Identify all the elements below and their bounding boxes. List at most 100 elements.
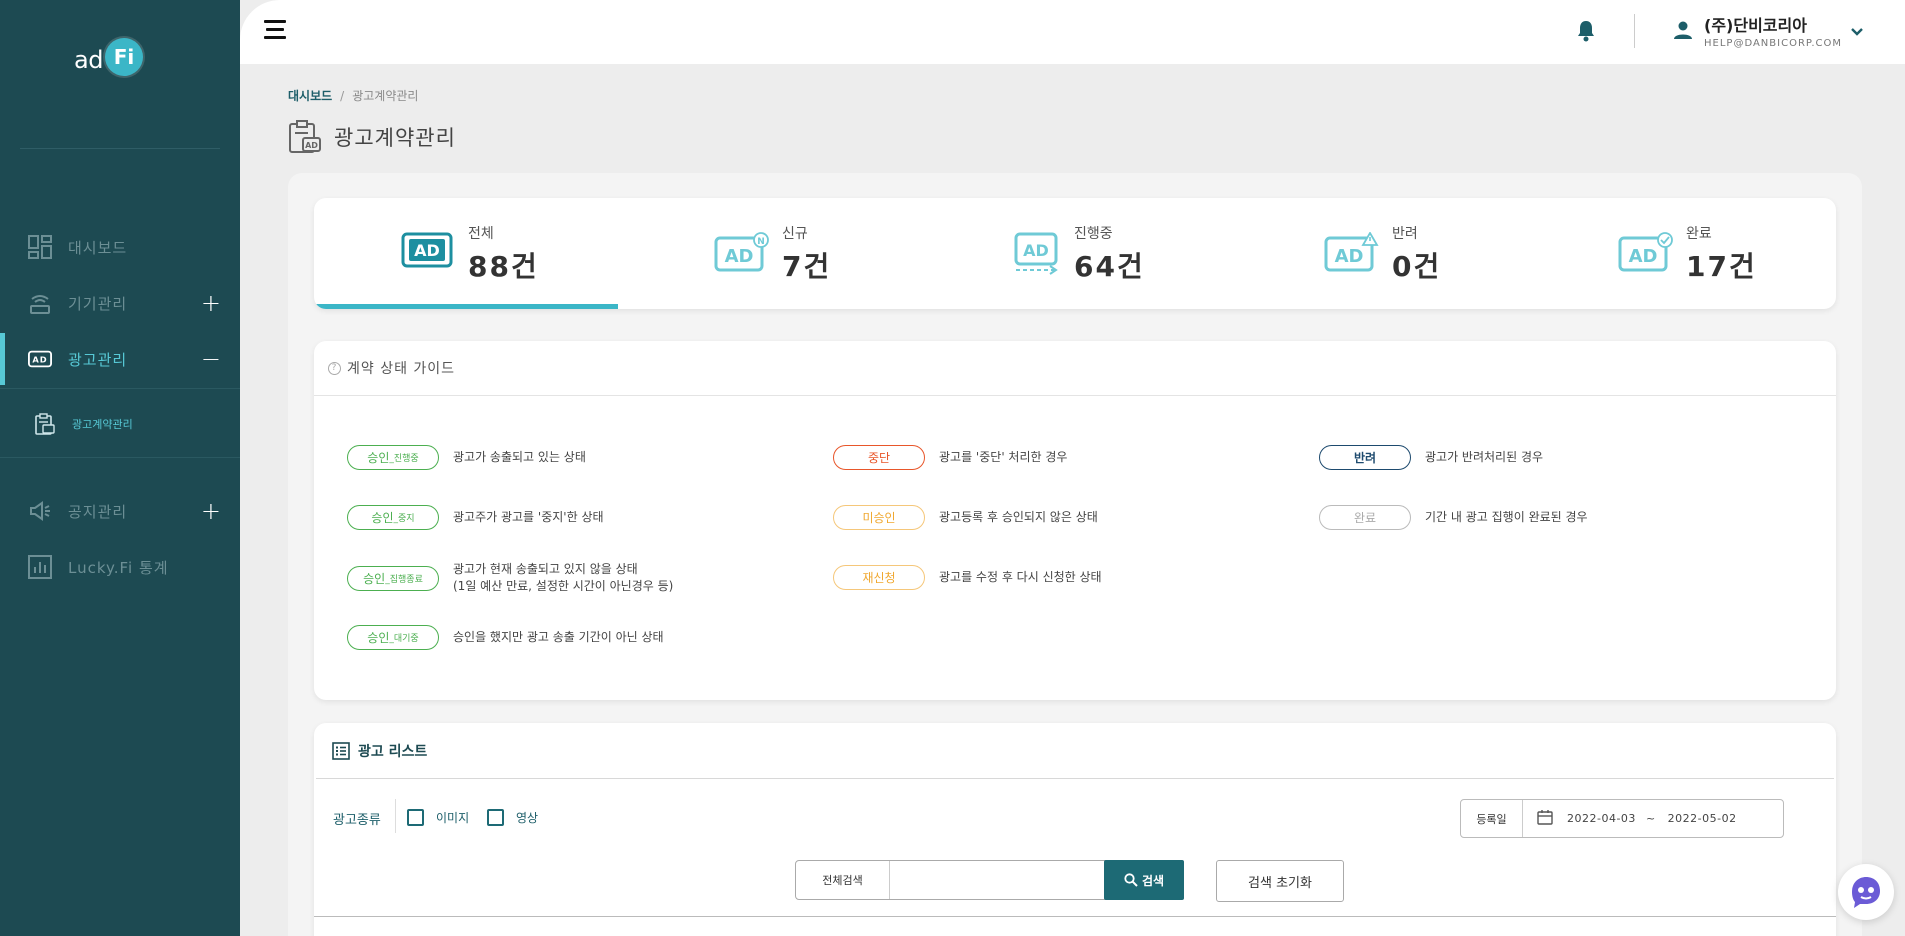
sidebar-item-devices[interactable]: 기기관리 + (0, 277, 240, 329)
stat-label: 진행중 (1074, 226, 1113, 242)
guide-item: 중단 광고를 '중단' 처리한 경우 (833, 445, 1067, 470)
calendar-icon[interactable] (1537, 809, 1553, 829)
status-badge: 미승인 (833, 505, 925, 530)
sidebar-item-label: Lucky.Fi 통계 (68, 558, 169, 577)
svg-text:AD: AD (32, 355, 47, 365)
bell-icon[interactable] (1576, 20, 1596, 46)
svg-text:AD: AD (1629, 246, 1658, 267)
stat-tab-progress[interactable]: AD 진행중 64건 (922, 198, 1226, 309)
badge-sublabel: _대기중 (389, 634, 419, 644)
logo[interactable]: ad Fi (74, 38, 143, 76)
reset-search-button[interactable]: 검색 초기화 (1216, 860, 1344, 902)
megaphone-icon (28, 499, 52, 523)
date-label: 등록일 (1461, 800, 1523, 837)
stat-tab-new[interactable]: AD N 신규 7건 (618, 198, 922, 309)
breadcrumb-current: 광고계약관리 (352, 89, 419, 103)
breadcrumb-home[interactable]: 대시보드 (288, 89, 332, 103)
page-title: AD 광고계약관리 (288, 120, 456, 154)
dashboard-icon (28, 235, 52, 259)
badge-label: 승인 (367, 631, 390, 645)
stat-count: 0건 (1392, 250, 1442, 283)
guide-desc: 광고등록 후 승인되지 않은 상태 (939, 510, 1098, 524)
sidebar-submenu: 광고계약관리 (0, 388, 240, 458)
guide-desc-line2: (1일 예산 만료, 설정한 시간이 아닌경우 등) (453, 579, 674, 593)
guide-desc: 광고가 현재 송출되고 있지 않을 상태 (1일 예산 만료, 설정한 시간이 아… (453, 561, 673, 595)
badge-label: 승인 (363, 571, 386, 586)
sidebar-divider (20, 148, 220, 149)
status-badge: 승인 _진행중 (347, 445, 439, 470)
guide-desc: 광고를 수정 후 다시 신청한 상태 (939, 570, 1102, 584)
logo-badge: Fi (104, 38, 143, 76)
guide-item: 승인 _대기중 승인을 했지만 광고 송출 기간이 아닌 상태 (347, 625, 664, 650)
svg-text:N: N (757, 237, 765, 247)
breadcrumb: 대시보드 / 광고계약관리 (288, 87, 418, 104)
sidebar: ad Fi 대시보드 기기관리 + AD 광고관리 − 광고계약관리 공지관리 … (0, 0, 240, 936)
badge-sublabel: _진행중 (389, 454, 419, 464)
stat-label: 신규 (782, 226, 808, 242)
collapse-icon[interactable]: − (201, 347, 222, 371)
guide-desc: 광고를 '중단' 처리한 경우 (939, 450, 1068, 464)
ad-type-label: 광고종류 (333, 813, 381, 828)
checkbox-box[interactable] (487, 809, 504, 826)
expand-icon[interactable]: + (201, 291, 222, 315)
stat-count: 17건 (1686, 250, 1757, 283)
status-guide: ? 계약 상태 가이드 승인 _진행중 광고가 송출되고 있는 상태 승인 _중지 … (314, 341, 1836, 700)
guide-item: 완료 기간 내 광고 집행이 완료된 경우 (1319, 505, 1588, 530)
image-checkbox[interactable]: 이미지 (407, 809, 469, 826)
ad-list-card: 광고 리스트 광고종류 이미지 영상 등록일 2022-04-03 ~ 2022… (314, 723, 1836, 936)
divider (395, 799, 396, 833)
stats-icon (28, 555, 52, 579)
stat-label: 반려 (1392, 226, 1418, 242)
search-button[interactable]: 검색 (1104, 860, 1184, 900)
guide-item: 승인 _중지 광고주가 광고를 '중지'한 상태 (347, 505, 604, 530)
topbar: (주)단비코리아 HELP@DANBICORP.COM (240, 0, 1905, 64)
sidebar-item-dashboard[interactable]: 대시보드 (0, 221, 240, 273)
date-range-picker[interactable]: 등록일 2022-04-03 ~ 2022-05-02 (1460, 799, 1784, 838)
ad-progress-icon: AD (1014, 232, 1062, 280)
badge-label: 승인 (371, 511, 394, 525)
search-scope-select[interactable]: 전체검색 (796, 861, 890, 899)
guide-title: 계약 상태 가이드 (347, 361, 456, 377)
user-icon[interactable] (1673, 20, 1693, 44)
ad-complete-icon: AD (1618, 232, 1674, 278)
sidebar-item-notices[interactable]: 공지관리 + (0, 485, 240, 537)
svg-text:AD: AD (725, 246, 754, 267)
stat-tab-all[interactable]: AD 전체 88건 (314, 198, 618, 309)
breadcrumb-separator: / (340, 89, 345, 103)
stat-count: 88건 (468, 250, 539, 283)
status-badge: 승인 _대기중 (347, 625, 439, 650)
chevron-down-icon[interactable] (1850, 22, 1864, 41)
stats-tabs: AD 전체 88건 AD N 신규 7건 AD 진행중 64건 AD 반려 0건 … (314, 198, 1836, 309)
company-name: (주)단비코리아 (1704, 16, 1807, 35)
guide-desc: 광고가 송출되고 있는 상태 (453, 450, 586, 464)
search-button-label: 검색 (1141, 873, 1165, 888)
stat-label: 전체 (468, 226, 494, 242)
checkbox-box[interactable] (407, 809, 424, 826)
guide-item: 미승인 광고등록 후 승인되지 않은 상태 (833, 505, 1098, 530)
video-checkbox[interactable]: 영상 (487, 809, 538, 826)
menu-toggle-icon[interactable] (264, 20, 288, 42)
guide-desc-line1: 광고가 현재 송출되고 있지 않을 상태 (453, 562, 638, 576)
chatbot-icon[interactable] (1838, 864, 1894, 920)
svg-text:AD: AD (414, 241, 440, 260)
sidebar-item-label: 공지관리 (68, 502, 128, 521)
sidebar-item-stats[interactable]: Lucky.Fi 통계 (0, 541, 240, 593)
user-email: HELP@DANBICORP.COM (1704, 38, 1843, 49)
stat-count: 64건 (1074, 250, 1145, 283)
svg-text:AD: AD (305, 141, 318, 150)
date-to[interactable]: 2022-05-02 (1668, 812, 1737, 825)
expand-icon[interactable]: + (201, 499, 222, 523)
guide-item: 승인 _진행중 광고가 송출되고 있는 상태 (347, 445, 586, 470)
guide-desc: 광고가 반려처리된 경우 (1425, 450, 1544, 464)
sidebar-subitem-label: 광고계약관리 (72, 418, 133, 431)
stat-tab-complete[interactable]: AD 완료 17건 (1530, 198, 1834, 309)
status-badge: 완료 (1319, 505, 1411, 530)
status-badge: 승인 _중지 (347, 505, 439, 530)
sidebar-subitem-contract[interactable]: 광고계약관리 (34, 413, 133, 435)
sidebar-item-label: 광고관리 (68, 350, 128, 369)
guide-header: ? 계약 상태 가이드 (314, 341, 1836, 396)
sidebar-item-ads[interactable]: AD 광고관리 − (0, 333, 240, 385)
date-from[interactable]: 2022-04-03 (1567, 812, 1636, 825)
ad-new-icon: AD N (714, 232, 770, 278)
stat-tab-rejected[interactable]: AD 반려 0건 (1226, 198, 1530, 309)
